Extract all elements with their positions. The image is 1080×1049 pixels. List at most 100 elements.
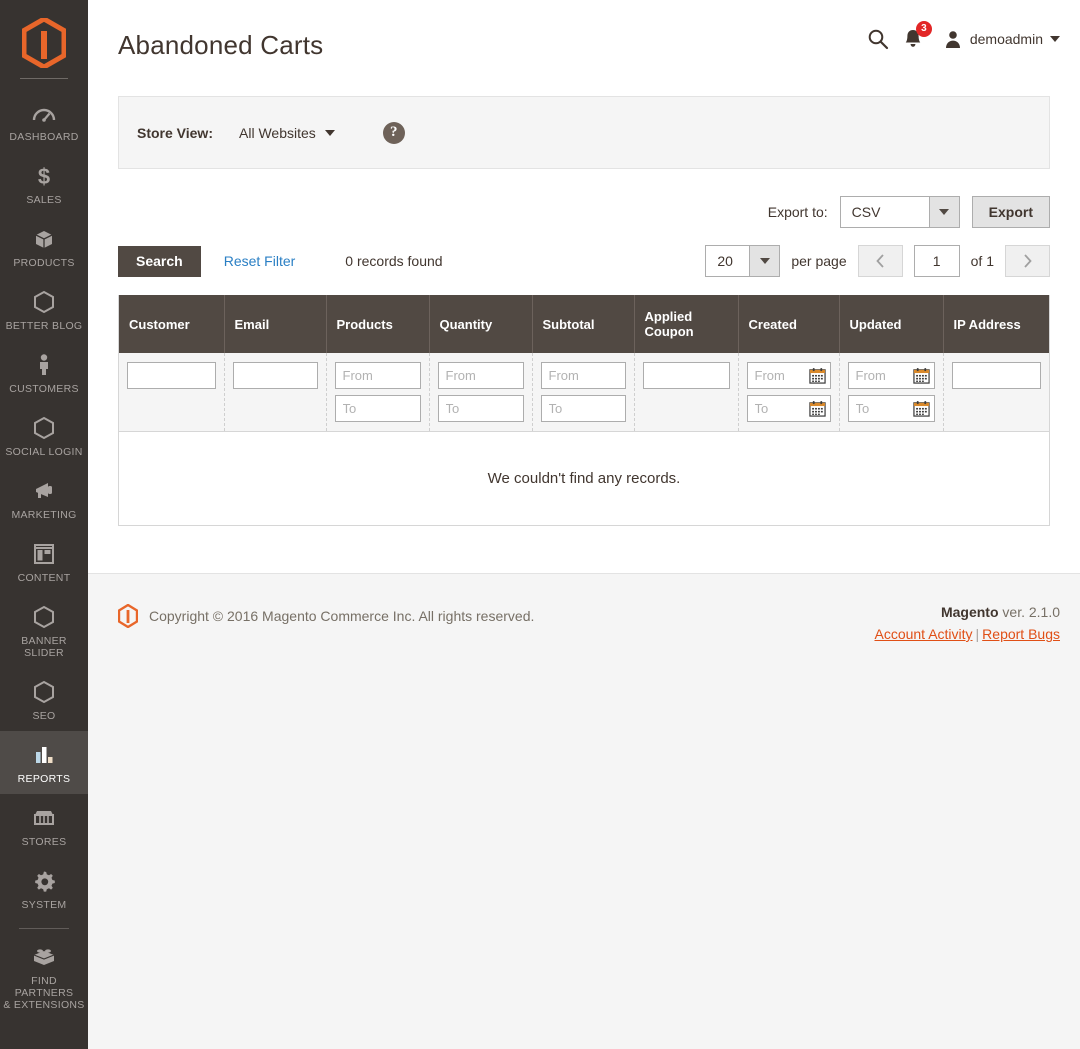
search-button[interactable]: Search: [118, 245, 201, 277]
sidebar-item-sales[interactable]: $ SALES: [0, 152, 88, 215]
column-header-email[interactable]: Email: [224, 295, 327, 353]
notifications-bell[interactable]: 3: [903, 21, 932, 50]
sidebar-item-social-login[interactable]: SOCIAL LOGIN: [0, 404, 88, 467]
chevron-down-icon: [324, 129, 335, 136]
sidebar-item-stores[interactable]: STORES: [0, 794, 88, 857]
empty-state-row: We couldn't find any records.: [119, 431, 1049, 525]
footer-version-block: Magento ver. 2.1.0 Account Activity | Repo…: [874, 604, 1060, 642]
sidebar-item-label: SALES: [26, 194, 62, 206]
sidebar-item-label: BETTER BLOG: [5, 320, 83, 332]
calendar-icon[interactable]: [808, 400, 826, 417]
column-header-ip-address[interactable]: IP Address: [943, 295, 1049, 353]
data-table: Customer Email Products Quantity Subtota…: [119, 295, 1049, 525]
filter-products-to-input[interactable]: [334, 395, 421, 422]
person-icon: [35, 352, 53, 378]
sidebar-item-label: CONTENT: [17, 572, 71, 584]
sidebar-item-banner-slider[interactable]: BANNER SLIDER: [0, 593, 88, 668]
sidebar-item-customers[interactable]: CUSTOMERS: [0, 341, 88, 404]
calendar-icon[interactable]: [912, 400, 930, 417]
sidebar-item-system[interactable]: SYSTEM: [0, 857, 88, 920]
filter-cell-applied-coupon: [634, 353, 739, 432]
previous-page-button[interactable]: [857, 245, 903, 277]
search-icon[interactable]: [867, 28, 889, 50]
column-header-customer[interactable]: Customer: [119, 295, 225, 353]
sidebar-item-dashboard[interactable]: DASHBOARD: [0, 89, 88, 152]
layout-icon: [32, 541, 56, 567]
filter-cell-quantity: [429, 353, 533, 432]
records-found-label: 0 records found: [345, 253, 443, 269]
sidebar-item-seo[interactable]: SEO: [0, 668, 88, 731]
magento-mark-icon: [118, 604, 138, 628]
filter-created-to: [746, 395, 831, 422]
sidebar-item-label: MARKETING: [11, 509, 77, 521]
per-page-select[interactable]: 20: [705, 245, 781, 277]
sidebar-item-label: SEO: [32, 710, 56, 722]
store-view-select[interactable]: All Websites: [239, 125, 335, 141]
sidebar-item-reports[interactable]: REPORTS: [0, 731, 88, 794]
sidebar-item-better-blog[interactable]: BETTER BLOG: [0, 278, 88, 341]
filter-updated-to: [847, 395, 935, 422]
page-header: Abandoned Carts 3 demoadmin: [88, 0, 1080, 96]
export-format-select[interactable]: CSV: [839, 196, 960, 228]
filter-customer-input[interactable]: [127, 362, 216, 389]
page-content: Store View: All Websites ? Export to: CS…: [88, 96, 1080, 526]
export-format-value: CSV: [851, 204, 881, 220]
filter-cell-email: [224, 353, 327, 432]
sidebar-item-label: FIND PARTNERS & EXTENSIONS: [3, 975, 85, 1011]
export-button[interactable]: Export: [971, 196, 1050, 228]
calendar-icon[interactable]: [912, 367, 930, 384]
account-activity-link[interactable]: Account Activity: [874, 626, 972, 642]
sidebar: DASHBOARD $ SALES PRODUCTS BETTER BLOG C…: [0, 0, 88, 1049]
sidebar-item-label: SYSTEM: [21, 899, 67, 911]
sidebar-divider-bottom: [19, 928, 69, 929]
user-avatar-icon: [945, 31, 960, 48]
user-menu[interactable]: demoadmin: [943, 29, 1060, 49]
column-header-applied-coupon[interactable]: Applied Coupon: [634, 295, 739, 353]
bar-chart-icon: [33, 742, 55, 768]
sidebar-item-content[interactable]: CONTENT: [0, 530, 88, 593]
sidebar-item-find-partners[interactable]: FIND PARTNERS & EXTENSIONS: [0, 933, 88, 1020]
copyright-text: Copyright © 2016 Magento Commerce Inc. A…: [149, 608, 535, 624]
calendar-icon[interactable]: [808, 367, 826, 384]
sidebar-item-marketing[interactable]: MARKETING: [0, 467, 88, 530]
filter-subtotal-from-input[interactable]: [540, 362, 626, 389]
svg-text:$: $: [38, 164, 50, 188]
column-header-products[interactable]: Products: [326, 295, 430, 353]
export-to-label: Export to:: [767, 204, 828, 220]
column-header-created[interactable]: Created: [738, 295, 840, 353]
column-header-updated[interactable]: Updated: [839, 295, 944, 353]
hexagon-icon: [33, 679, 55, 705]
filter-applied-coupon-input[interactable]: [642, 362, 730, 389]
app-root: DASHBOARD $ SALES PRODUCTS BETTER BLOG C…: [0, 0, 1080, 1049]
page-number-input[interactable]: [913, 245, 960, 277]
version-line: Magento ver. 2.1.0: [874, 604, 1060, 620]
report-bugs-link[interactable]: Report Bugs: [982, 626, 1060, 642]
question-mark-icon[interactable]: ?: [382, 121, 405, 144]
chevron-down-icon: [749, 246, 780, 276]
page-footer: Copyright © 2016 Magento Commerce Inc. A…: [88, 573, 1080, 1049]
reset-filter-link[interactable]: Reset Filter: [224, 253, 296, 269]
filter-email-input[interactable]: [232, 362, 318, 389]
sidebar-item-label: REPORTS: [17, 773, 71, 785]
filter-quantity-from-input[interactable]: [437, 362, 524, 389]
filter-subtotal-to-input[interactable]: [540, 395, 626, 422]
store-view-label: Store View:: [137, 124, 213, 141]
per-page-value: 20: [717, 253, 733, 269]
sidebar-item-label: STORES: [21, 836, 67, 848]
chevron-right-icon: [1024, 254, 1032, 268]
hexagon-icon: [33, 415, 55, 441]
magento-logo[interactable]: [0, 12, 88, 74]
sidebar-divider-top: [20, 78, 68, 79]
column-header-quantity[interactable]: Quantity: [429, 295, 533, 353]
filter-quantity-to-input[interactable]: [437, 395, 524, 422]
user-name-label: demoadmin: [969, 31, 1043, 47]
filter-products-from-input[interactable]: [334, 362, 421, 389]
sidebar-item-products[interactable]: PRODUCTS: [0, 215, 88, 278]
filter-cell-subtotal: [532, 353, 635, 432]
export-controls: Export to: CSV Export: [118, 196, 1050, 228]
column-header-subtotal[interactable]: Subtotal: [532, 295, 635, 353]
magento-logo-icon: [22, 18, 66, 68]
filter-ip-address-input[interactable]: [951, 362, 1041, 389]
next-page-button[interactable]: [1005, 245, 1050, 277]
sidebar-item-label: CUSTOMERS: [9, 383, 79, 395]
